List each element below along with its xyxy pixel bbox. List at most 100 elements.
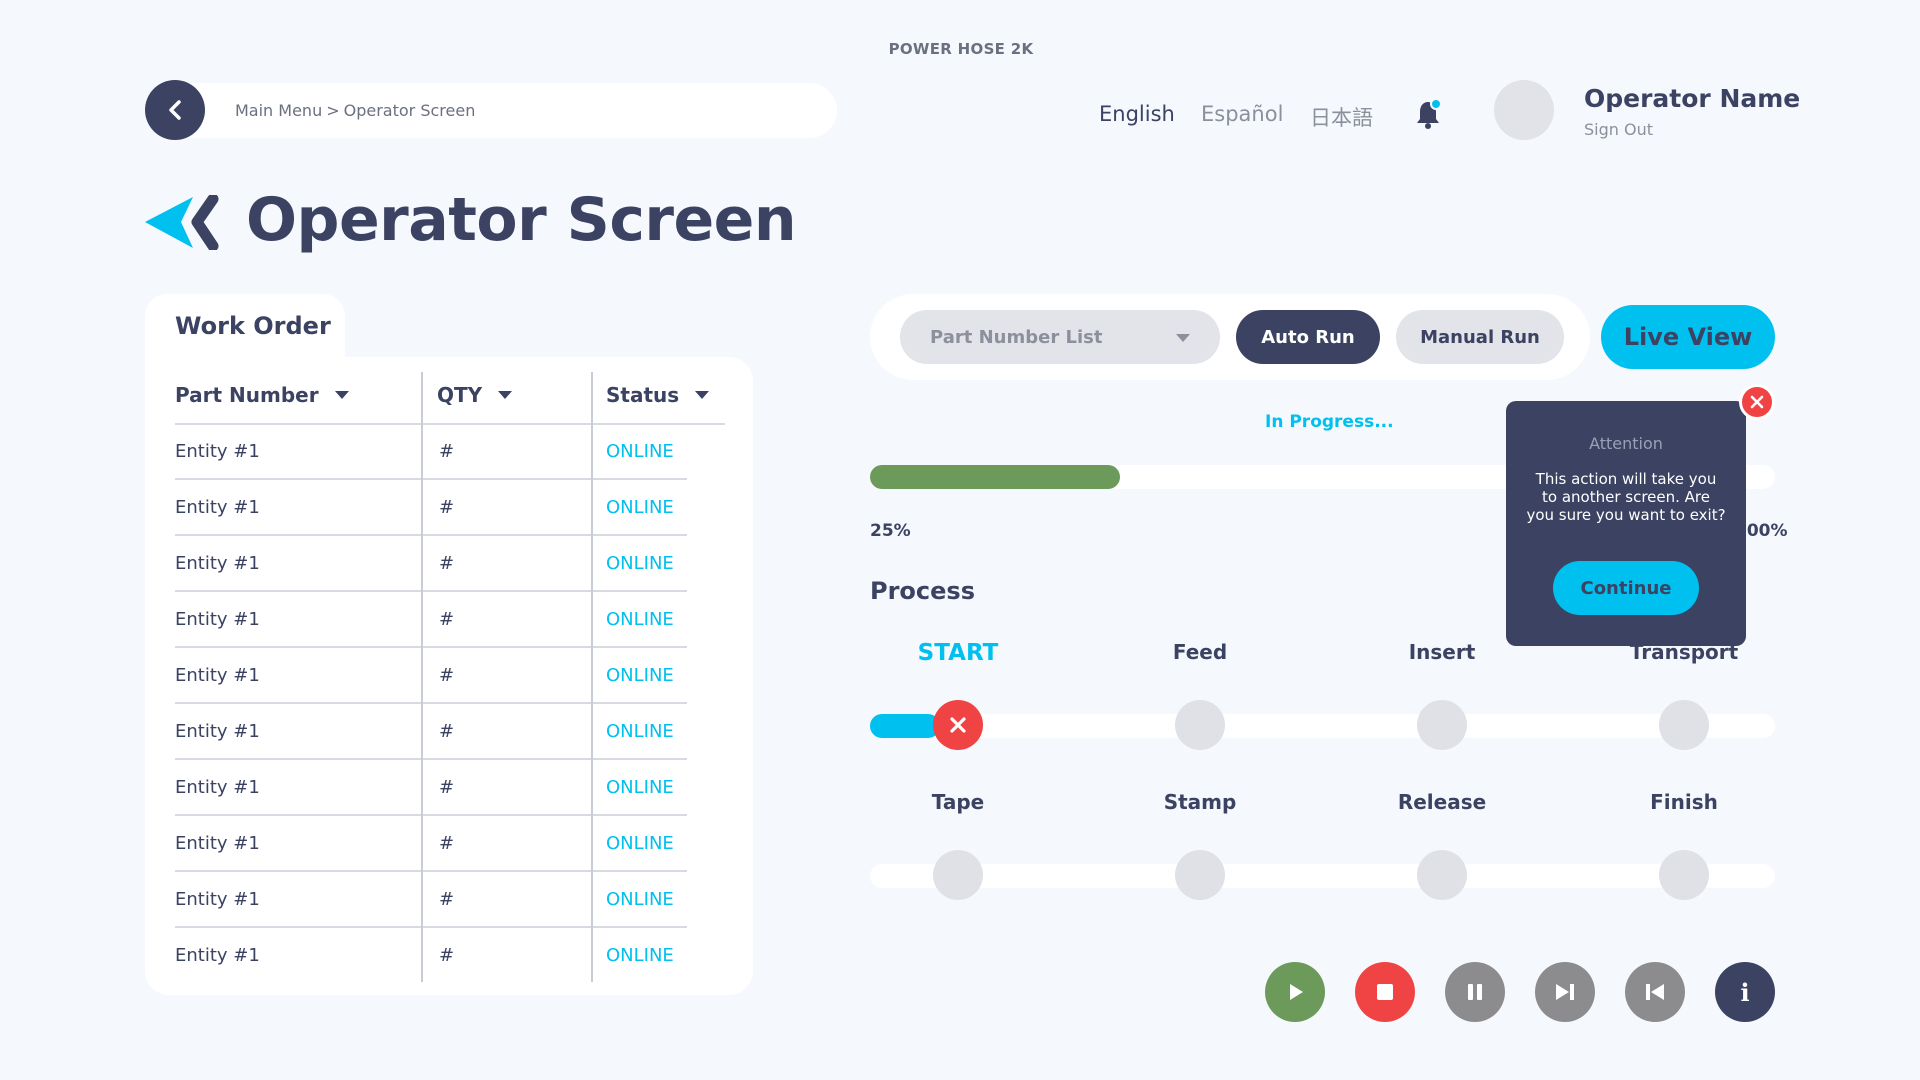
notification-bell-icon[interactable] [1414,97,1444,131]
cell-part-number: Entity #1 [175,441,260,462]
table-row[interactable]: Entity #1 # ONLINE [175,760,687,816]
back-button[interactable] [145,80,205,140]
process-step-label-start: START [917,640,999,666]
manual-run-button[interactable]: Manual Run [1396,310,1564,364]
pause-icon [1468,984,1482,1000]
cell-status: ONLINE [606,609,674,630]
cell-qty: # [439,833,455,854]
continue-button[interactable]: Continue [1553,561,1699,615]
cell-qty: # [439,665,455,686]
process-step-label-finish: Finish [1650,790,1718,814]
cell-part-number: Entity #1 [175,777,260,798]
table-row[interactable]: Entity #1 # ONLINE [175,704,687,760]
breadcrumb-item-main-menu[interactable]: Main Menu [235,101,322,120]
table-row[interactable]: Entity #1 # ONLINE [175,480,687,536]
auto-run-button[interactable]: Auto Run [1236,310,1380,364]
process-step-node-stamp[interactable] [1175,850,1225,900]
cell-qty: # [439,609,455,630]
process-title: Process [870,577,975,605]
process-step-label-feed: Feed [1172,640,1228,664]
cell-part-number: Entity #1 [175,609,260,630]
operator-name: Operator Name [1584,84,1801,113]
progress-percent-label: 25% [870,521,911,541]
process-step-label-stamp: Stamp [1163,790,1237,814]
cell-status: ONLINE [606,777,674,798]
caret-down-icon [334,391,349,399]
table-row[interactable]: Entity #1 # ONLINE [175,536,687,592]
cell-part-number: Entity #1 [175,833,260,854]
cell-qty: # [439,721,455,742]
language-japanese[interactable]: 日本語 [1310,102,1373,132]
error-x-icon [950,717,966,733]
breadcrumb-separator: > [326,101,340,120]
work-order-title: Work Order [175,312,331,340]
column-header-part-number[interactable]: Part Number [175,383,349,407]
close-icon [1750,395,1764,409]
page-title: Operator Screen [246,185,797,255]
cell-part-number: Entity #1 [175,665,260,686]
stop-button[interactable] [1355,962,1415,1022]
stop-icon [1377,984,1393,1000]
play-button[interactable] [1265,962,1325,1022]
app-title: POWER HOSE 2K [888,40,1034,58]
process-step-node-feed[interactable] [1175,700,1225,750]
breadcrumb-item-current: Operator Screen [343,101,476,120]
cell-part-number: Entity #1 [175,945,260,966]
avatar[interactable] [1494,80,1554,140]
skip-next-button[interactable] [1535,962,1595,1022]
process-step-node-release[interactable] [1417,850,1467,900]
pause-button[interactable] [1445,962,1505,1022]
cell-status: ONLINE [606,665,674,686]
progress-status: In Progress... [1265,412,1394,432]
chevron-left-icon [169,100,181,120]
cell-qty: # [439,945,455,966]
cell-part-number: Entity #1 [175,497,260,518]
skip-previous-button[interactable] [1625,962,1685,1022]
breadcrumb: Main Menu > Operator Screen [235,101,475,120]
process-step-node-start[interactable] [933,700,983,750]
process-track-row-2 [870,864,1775,888]
cell-status: ONLINE [606,497,674,518]
table-row[interactable]: Entity #1 # ONLINE [175,928,687,984]
process-step-node-finish[interactable] [1659,850,1709,900]
cell-qty: # [439,497,455,518]
table-row[interactable]: Entity #1 # ONLINE [175,816,687,872]
cell-status: ONLINE [606,553,674,574]
table-row[interactable]: Entity #1 # ONLINE [175,424,687,480]
modal-heading: Attention [1589,434,1663,453]
column-header-status[interactable]: Status [606,383,710,407]
process-step-node-tape[interactable] [933,850,983,900]
cell-status: ONLINE [606,441,674,462]
process-track-fill [870,714,940,738]
cell-status: ONLINE [606,945,674,966]
modal-close-button[interactable] [1739,384,1775,420]
progress-fill [870,465,1120,489]
column-divider [421,372,423,982]
cell-qty: # [439,777,455,798]
cell-qty: # [439,889,455,910]
sign-out-link[interactable]: Sign Out [1584,120,1653,139]
skip-previous-icon [1646,984,1664,1000]
table-row[interactable]: Entity #1 # ONLINE [175,872,687,928]
cell-qty: # [439,441,455,462]
part-number-dropdown[interactable]: Part Number List [900,310,1220,364]
skip-next-icon [1556,984,1574,1000]
column-divider [591,372,593,982]
live-view-button[interactable]: Live View [1601,305,1775,369]
process-step-node-transport[interactable] [1659,700,1709,750]
cell-part-number: Entity #1 [175,721,260,742]
info-button[interactable]: i [1715,962,1775,1022]
process-step-node-insert[interactable] [1417,700,1467,750]
column-header-qty[interactable]: QTY [437,383,513,407]
cell-status: ONLINE [606,889,674,910]
process-step-label-tape: Tape [931,790,985,814]
brand-logo-icon [145,195,219,250]
table-row[interactable]: Entity #1 # ONLINE [175,648,687,704]
table-row[interactable]: Entity #1 # ONLINE [175,592,687,648]
language-english[interactable]: English [1099,102,1175,126]
cell-status: ONLINE [606,833,674,854]
process-track-row-1 [870,714,1775,738]
language-spanish[interactable]: Español [1201,102,1283,126]
cell-part-number: Entity #1 [175,553,260,574]
modal-message: This action will take you to another scr… [1526,470,1726,524]
